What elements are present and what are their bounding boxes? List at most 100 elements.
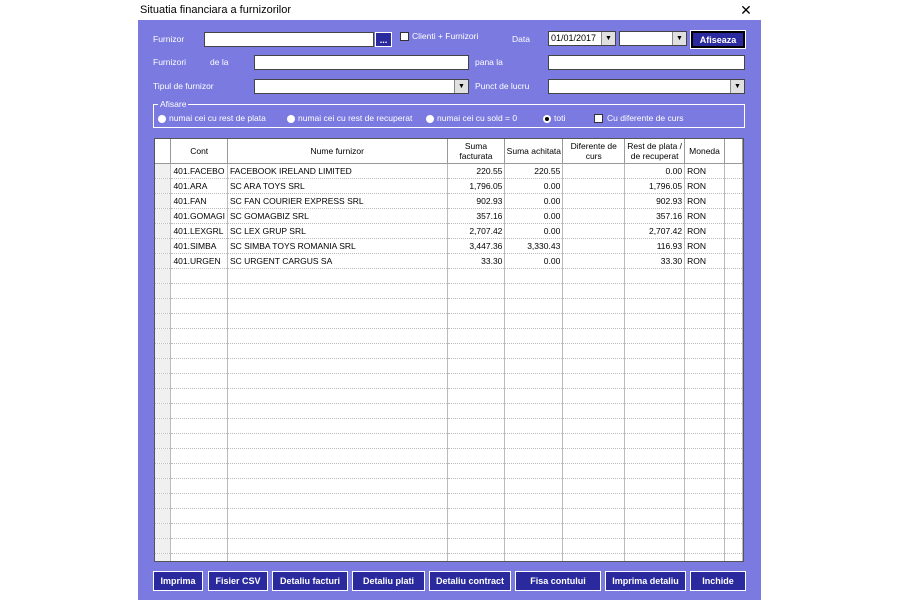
radio-sold-zero[interactable]: numai cei cu sold = 0 xyxy=(426,113,517,123)
pana-la-input[interactable] xyxy=(548,55,745,70)
fisa-contului-button[interactable]: Fisa contului xyxy=(515,571,601,591)
imprima-button[interactable]: Imprima xyxy=(153,571,203,591)
row-selector[interactable] xyxy=(155,358,172,374)
row-selector[interactable] xyxy=(155,268,172,284)
row-selector[interactable] xyxy=(155,508,172,524)
table-row[interactable]: 401.LEXGRL SC LEX GRUP SRL 2,707.42 0.00 2,7… xyxy=(155,223,743,239)
table-row[interactable] xyxy=(155,418,743,434)
table-cell-extra xyxy=(724,283,743,299)
table-row[interactable] xyxy=(155,313,743,329)
row-selector[interactable] xyxy=(155,313,172,329)
table-row[interactable]: 401.FAN SC FAN COURIER EXPRESS SRL 902.93 0… xyxy=(155,193,743,209)
table-row[interactable] xyxy=(155,328,743,344)
row-selector[interactable] xyxy=(155,463,172,479)
afiseaza-button[interactable]: Afiseaza xyxy=(690,30,746,49)
detaliu-plati-button[interactable]: Detaliu plati xyxy=(352,571,425,591)
table-row[interactable]: 401.SIMBA SC SIMBA TOYS ROMANIA SRL 3,447.… xyxy=(155,238,743,254)
table-row[interactable] xyxy=(155,283,743,299)
row-selector[interactable] xyxy=(155,538,172,554)
row-selector[interactable] xyxy=(155,253,172,269)
close-icon[interactable]: ✕ xyxy=(731,2,761,19)
col-moneda[interactable]: Moneda xyxy=(684,139,726,164)
table-row[interactable]: 401.URGEN SC URGENT CARGUS SA 33.30 0.00 33.… xyxy=(155,253,743,269)
col-diferente-curs[interactable]: Diferente de curs xyxy=(562,139,626,164)
furnizor-input[interactable] xyxy=(204,32,374,47)
row-selector[interactable] xyxy=(155,328,172,344)
chevron-down-icon[interactable]: ▼ xyxy=(672,32,686,45)
col-suma-achitata[interactable]: Suma achitata xyxy=(504,139,564,164)
table-cell: RON xyxy=(684,163,726,179)
table-row[interactable]: 401.FACEBO FACEBOOK IRELAND LIMITED 220.55… xyxy=(155,163,743,179)
table-row[interactable] xyxy=(155,403,743,419)
row-selector[interactable] xyxy=(155,433,172,449)
table-row[interactable] xyxy=(155,508,743,524)
table-row[interactable] xyxy=(155,523,743,539)
table-row[interactable]: 401.ARA SC ARA TOYS SRL 1,796.05 0.00 1,796.… xyxy=(155,178,743,194)
table-cell: RON xyxy=(684,238,726,254)
radio-toti[interactable]: toti xyxy=(543,113,565,123)
detaliu-contract-button[interactable]: Detaliu contract xyxy=(429,571,511,591)
col-suma-facturata[interactable]: Suma facturata xyxy=(447,139,506,164)
furnizor-browse-button[interactable]: ... xyxy=(375,32,392,47)
row-selector[interactable] xyxy=(155,193,172,209)
punct-lucru-dropdown[interactable]: ▼ xyxy=(548,79,745,94)
row-selector[interactable] xyxy=(155,388,172,404)
table-row[interactable] xyxy=(155,538,743,554)
second-date-dropdown[interactable]: ▼ xyxy=(619,31,687,46)
detaliu-facturi-button[interactable]: Detaliu facturi xyxy=(272,571,348,591)
table-cell: 401.FACEBO xyxy=(170,163,228,179)
table-row[interactable] xyxy=(155,358,743,374)
radio-rest-recuperat[interactable]: numai cei cu rest de recuperat xyxy=(287,113,412,123)
row-selector[interactable] xyxy=(155,523,172,539)
table-row[interactable] xyxy=(155,373,743,389)
row-selector[interactable] xyxy=(155,448,172,464)
fisier-csv-button[interactable]: Fisier CSV xyxy=(208,571,268,591)
table-cell: RON xyxy=(684,178,726,194)
table-cell xyxy=(624,433,686,449)
clienti-furnizori-checkbox[interactable] xyxy=(400,32,409,41)
row-selector[interactable] xyxy=(155,298,172,314)
row-selector[interactable] xyxy=(155,283,172,299)
table-row[interactable] xyxy=(155,298,743,314)
chevron-down-icon[interactable]: ▼ xyxy=(454,80,468,93)
table-cell: 1,796.05 xyxy=(447,178,506,194)
diferente-curs-checkbox[interactable] xyxy=(594,114,603,123)
col-rest-plata[interactable]: Rest de plata / de recuperat xyxy=(624,139,686,164)
row-selector[interactable] xyxy=(155,163,172,179)
table-row[interactable] xyxy=(155,463,743,479)
row-selector[interactable] xyxy=(155,178,172,194)
col-nume-furnizor[interactable]: Nume furnizor xyxy=(227,139,448,164)
table-row[interactable] xyxy=(155,448,743,464)
row-selector[interactable] xyxy=(155,238,172,254)
imprima-detaliu-button[interactable]: Imprima detaliu xyxy=(605,571,686,591)
chevron-down-icon[interactable]: ▼ xyxy=(730,80,744,93)
table-row[interactable] xyxy=(155,388,743,404)
row-selector[interactable] xyxy=(155,223,172,239)
table-row[interactable]: 401.GOMAGI SC GOMAGBIZ SRL 357.16 0.00 357.1… xyxy=(155,208,743,224)
table-row[interactable] xyxy=(155,493,743,509)
row-selector[interactable] xyxy=(155,208,172,224)
table-row[interactable] xyxy=(155,553,743,561)
row-selector[interactable] xyxy=(155,373,172,389)
row-selector[interactable] xyxy=(155,418,172,434)
table-row[interactable] xyxy=(155,433,743,449)
table-row[interactable] xyxy=(155,478,743,494)
chevron-down-icon[interactable]: ▼ xyxy=(601,32,615,45)
row-selector[interactable] xyxy=(155,493,172,509)
table-cell xyxy=(684,418,726,434)
radio-rest-plata[interactable]: numai cei cu rest de plata xyxy=(158,113,266,123)
inchide-button[interactable]: Inchide xyxy=(690,571,746,591)
row-selector[interactable] xyxy=(155,478,172,494)
row-selector[interactable] xyxy=(155,403,172,419)
table-cell: SC GOMAGBIZ SRL xyxy=(227,208,448,224)
table-cell xyxy=(624,313,686,329)
row-selector[interactable] xyxy=(155,553,172,561)
col-cont[interactable]: Cont xyxy=(170,139,228,164)
table-row[interactable] xyxy=(155,343,743,359)
row-selector[interactable] xyxy=(155,343,172,359)
table-row[interactable] xyxy=(155,268,743,284)
data-picker[interactable]: 01/01/2017 ▼ xyxy=(548,31,616,46)
tip-furnizor-dropdown[interactable]: ▼ xyxy=(254,79,469,94)
table-cell xyxy=(447,268,506,284)
de-la-input[interactable] xyxy=(254,55,469,70)
